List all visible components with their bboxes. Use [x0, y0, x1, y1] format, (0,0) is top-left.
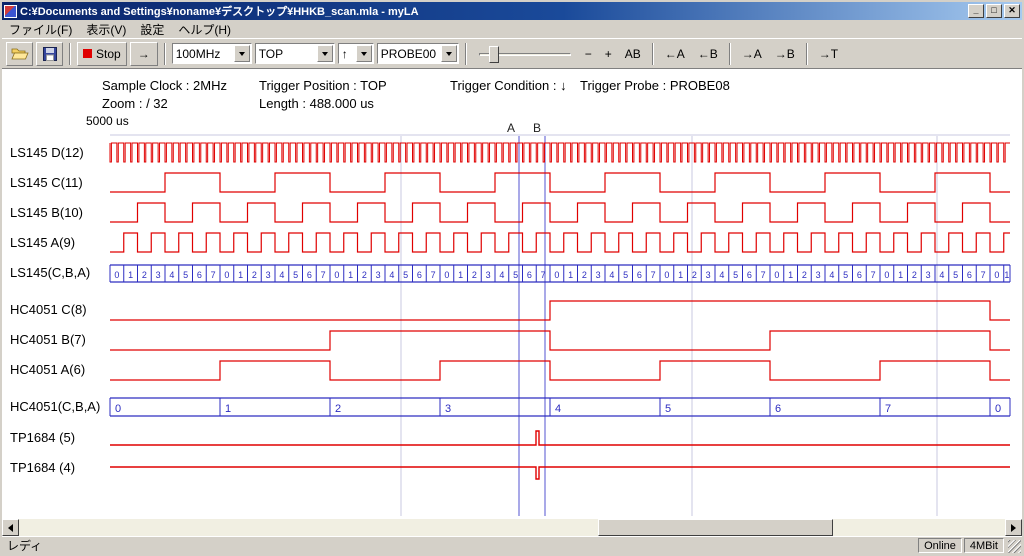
- svg-text:2: 2: [912, 270, 917, 280]
- svg-text:1: 1: [128, 270, 133, 280]
- channel-label: LS145 B(10): [10, 205, 83, 220]
- svg-text:2: 2: [802, 270, 807, 280]
- trigger-position-info: Trigger Position : TOP: [259, 78, 387, 93]
- svg-text:3: 3: [596, 270, 601, 280]
- svg-text:2: 2: [335, 403, 341, 415]
- svg-text:1: 1: [678, 270, 683, 280]
- svg-text:6: 6: [197, 270, 202, 280]
- svg-text:5: 5: [665, 403, 671, 415]
- length-info: Length : 488.000 us: [259, 96, 374, 111]
- svg-text:2: 2: [582, 270, 587, 280]
- svg-text:5: 5: [183, 270, 188, 280]
- svg-text:0: 0: [995, 403, 1001, 415]
- timebase-label: 5000 us: [86, 114, 129, 128]
- channel-label: HC4051 B(7): [10, 332, 86, 347]
- channel-label: TP1684 (5): [10, 430, 75, 445]
- svg-text:5: 5: [293, 270, 298, 280]
- svg-text:3: 3: [816, 270, 821, 280]
- svg-text:4: 4: [279, 270, 284, 280]
- svg-text:2: 2: [362, 270, 367, 280]
- svg-text:7: 7: [321, 270, 326, 280]
- svg-text:3: 3: [376, 270, 381, 280]
- sample-clock-info: Sample Clock : 2MHz: [102, 78, 227, 93]
- svg-text:0: 0: [994, 270, 999, 280]
- svg-text:0: 0: [224, 270, 229, 280]
- channel-label: HC4051 C(8): [10, 302, 87, 317]
- channel-label: HC4051 A(6): [10, 362, 85, 377]
- svg-text:5: 5: [733, 270, 738, 280]
- svg-text:7: 7: [541, 270, 546, 280]
- svg-text:7: 7: [871, 270, 876, 280]
- channel-label: TP1684 (4): [10, 460, 75, 475]
- svg-text:7: 7: [885, 403, 891, 415]
- svg-text:7: 7: [211, 270, 216, 280]
- trigger-condition-info: Trigger Condition : ↓: [450, 78, 567, 93]
- trigger-probe-info: Trigger Probe : PROBE08: [580, 78, 730, 93]
- svg-text:6: 6: [967, 270, 972, 280]
- svg-text:2: 2: [472, 270, 477, 280]
- svg-text:4: 4: [719, 270, 724, 280]
- svg-text:4: 4: [389, 270, 394, 280]
- svg-text:6: 6: [637, 270, 642, 280]
- svg-text:2: 2: [252, 270, 257, 280]
- svg-text:1: 1: [898, 270, 903, 280]
- svg-text:4: 4: [499, 270, 504, 280]
- svg-text:B: B: [533, 121, 541, 135]
- svg-text:3: 3: [926, 270, 931, 280]
- svg-text:3: 3: [486, 270, 491, 280]
- svg-text:7: 7: [981, 270, 986, 280]
- svg-text:0: 0: [115, 403, 121, 415]
- svg-text:4: 4: [829, 270, 834, 280]
- channel-label: LS145(C,B,A): [10, 265, 90, 280]
- svg-text:1: 1: [1004, 270, 1009, 280]
- svg-text:7: 7: [761, 270, 766, 280]
- app-window: C:¥Documents and Settings¥noname¥デスクトップ¥…: [0, 0, 1024, 556]
- svg-text:4: 4: [939, 270, 944, 280]
- svg-text:3: 3: [706, 270, 711, 280]
- svg-text:6: 6: [747, 270, 752, 280]
- channel-label: HC4051(C,B,A): [10, 399, 100, 414]
- svg-text:0: 0: [664, 270, 669, 280]
- svg-text:5: 5: [513, 270, 518, 280]
- svg-text:5: 5: [623, 270, 628, 280]
- channel-label: LS145 A(9): [10, 235, 75, 250]
- svg-text:4: 4: [609, 270, 614, 280]
- svg-text:2: 2: [142, 270, 147, 280]
- svg-text:A: A: [507, 121, 515, 135]
- svg-text:7: 7: [651, 270, 656, 280]
- zoom-info: Zoom : / 32: [102, 96, 168, 111]
- svg-text:1: 1: [788, 270, 793, 280]
- svg-text:0: 0: [774, 270, 779, 280]
- svg-text:5: 5: [843, 270, 848, 280]
- svg-text:6: 6: [857, 270, 862, 280]
- svg-text:0: 0: [114, 270, 119, 280]
- channel-label: LS145 D(12): [10, 145, 84, 160]
- svg-text:4: 4: [169, 270, 174, 280]
- svg-text:5: 5: [403, 270, 408, 280]
- svg-text:4: 4: [555, 403, 561, 415]
- svg-text:3: 3: [266, 270, 271, 280]
- svg-text:7: 7: [431, 270, 436, 280]
- svg-text:1: 1: [238, 270, 243, 280]
- svg-text:1: 1: [568, 270, 573, 280]
- svg-text:6: 6: [417, 270, 422, 280]
- svg-text:0: 0: [444, 270, 449, 280]
- svg-text:0: 0: [884, 270, 889, 280]
- svg-text:6: 6: [527, 270, 532, 280]
- svg-text:6: 6: [307, 270, 312, 280]
- svg-text:0: 0: [334, 270, 339, 280]
- svg-text:1: 1: [348, 270, 353, 280]
- svg-text:3: 3: [445, 403, 451, 415]
- svg-text:5: 5: [953, 270, 958, 280]
- svg-text:6: 6: [775, 403, 781, 415]
- svg-text:1: 1: [225, 403, 231, 415]
- svg-text:1: 1: [458, 270, 463, 280]
- svg-text:2: 2: [692, 270, 697, 280]
- svg-text:3: 3: [156, 270, 161, 280]
- svg-text:0: 0: [554, 270, 559, 280]
- channel-label: LS145 C(11): [10, 175, 83, 190]
